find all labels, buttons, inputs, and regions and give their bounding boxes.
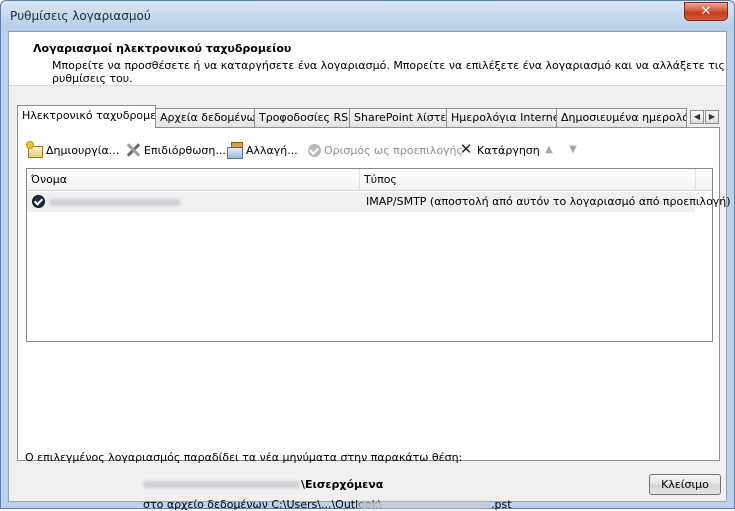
change-account-icon — [227, 142, 243, 159]
close-button[interactable]: Κλείσιμο — [649, 474, 721, 495]
remove-account-label: Κατάργηση — [477, 143, 540, 157]
delivery-location-label: Ο επιλεγμένος λογαριασμός παραδίδει τα ν… — [25, 451, 463, 464]
window-title: Ρυθμίσεις λογαριασμού — [10, 9, 151, 23]
header-subtitle: Μπορείτε να προσθέσετε ή να καταργήσετε … — [52, 59, 725, 85]
change-account-label: Αλλαγή... — [246, 143, 298, 157]
move-up-button[interactable]: ▲ — [541, 141, 560, 159]
accounts-list-header: Όνομα Τύπος — [27, 169, 712, 191]
account-settings-window: Ρυθμίσεις λογαριασμού ✕ Λογαριασμοί ηλεκ… — [0, 0, 735, 511]
delivery-folder: \Εισερχόμενα — [301, 478, 384, 491]
tab-internet-calendars[interactable]: Ημερολόγια Internet — [446, 108, 557, 127]
move-down-button[interactable]: ▼ — [565, 141, 584, 159]
new-account-icon — [27, 142, 43, 158]
new-account-button[interactable]: Δημιουργία... — [27, 141, 119, 159]
email-tab-panel: Δημιουργία... Επιδιόρθωση... Αλλαγή... Ο… — [17, 127, 731, 511]
repair-account-button[interactable]: Επιδιόρθωση... — [125, 141, 226, 159]
tab-published-calendars[interactable]: Δημοσιευμένα ημερολόγια — [556, 108, 687, 127]
default-account-check-icon — [32, 195, 45, 208]
redacted-mailbox-name — [143, 481, 300, 488]
arrow-down-icon: ▼ — [569, 144, 577, 155]
column-header-name[interactable]: Όνομα — [27, 169, 360, 191]
data-file-extension: .pst — [491, 498, 512, 511]
title-bar[interactable]: Ρυθμίσεις λογαριασμού ✕ — [1, 1, 734, 31]
tab-sharepoint-lists[interactable]: SharePoint λίστες — [349, 108, 447, 127]
arrow-up-icon: ▲ — [545, 144, 553, 155]
account-toolbar: Δημιουργία... Επιδιόρθωση... Αλλαγή... Ο… — [18, 128, 719, 168]
new-account-label: Δημιουργία... — [46, 143, 120, 157]
repair-account-label: Επιδιόρθωση... — [144, 143, 226, 157]
change-account-button[interactable]: Αλλαγή... — [227, 141, 298, 159]
redacted-account-name — [49, 199, 181, 206]
remove-account-button[interactable]: ✕ Κατάργηση — [458, 141, 540, 159]
tools-icon — [125, 142, 141, 158]
tab-strip: Ηλεκτρονικό ταχυδρομείο Αρχεία δεδομένων… — [17, 105, 721, 128]
accounts-list[interactable]: Όνομα Τύπος IMAP/SMTP (αποστολή από αυτό… — [26, 168, 731, 342]
checkmark-circle-icon — [308, 144, 321, 157]
tab-data-files[interactable]: Αρχεία δεδομένων — [155, 108, 255, 127]
redacted-data-file-name — [358, 502, 490, 509]
data-file-path: στο αρχείο δεδομένων C:\Users\...\Outloo… — [143, 498, 382, 511]
column-header-type[interactable]: Τύπος — [360, 169, 696, 191]
header-title: Λογαριασμοί ηλεκτρονικού ταχυδρομείου — [33, 42, 292, 55]
tab-scroll-right-icon[interactable]: ▶ — [705, 110, 719, 124]
tab-rss-feeds[interactable]: Τροφοδοσίες RSS — [254, 108, 350, 127]
account-type: IMAP/SMTP (αποστολή από αυτόν το λογαρια… — [366, 195, 731, 208]
tab-email[interactable]: Ηλεκτρονικό ταχυδρομείο — [17, 105, 156, 128]
dialog-header: Λογαριασμοί ηλεκτρονικού ταχυδρομείου Μπ… — [9, 32, 726, 86]
window-close-button[interactable]: ✕ — [684, 2, 728, 21]
set-default-label: Ορισμός ως προεπιλογής — [324, 143, 463, 157]
tab-scroll-left-icon[interactable]: ◀ — [690, 110, 704, 124]
remove-x-icon: ✕ — [459, 140, 473, 158]
dialog-client-area: Λογαριασμοί ηλεκτρονικού ταχυδρομείου Μπ… — [8, 31, 731, 511]
account-row[interactable]: IMAP/SMTP (αποστολή από αυτόν το λογαρια… — [27, 192, 731, 212]
set-default-button[interactable]: Ορισμός ως προεπιλογής — [308, 141, 463, 159]
